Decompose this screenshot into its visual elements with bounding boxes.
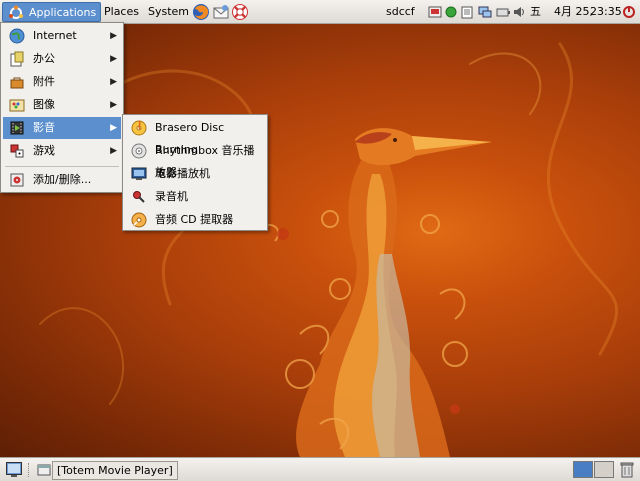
menu-item-label: 附件 — [33, 75, 55, 88]
workspace-2[interactable] — [594, 461, 614, 478]
ubuntu-logo-icon — [9, 5, 23, 19]
date-label[interactable]: 4月 25, — [554, 2, 593, 22]
menu-item-movie-player[interactable]: 电影播放机 — [125, 163, 265, 185]
brasero-icon — [131, 120, 147, 136]
sound-recorder-icon — [133, 191, 145, 203]
menu-item-label: 游戏 — [33, 144, 55, 157]
workspace-1[interactable] — [573, 461, 593, 478]
menu-item-rhythmbox[interactable]: Rhythmbox 音乐播放器 — [125, 140, 265, 179]
menu-item-label: Internet — [33, 29, 77, 42]
menu-item-brasero[interactable]: Brasero Disc Burning — [125, 117, 265, 156]
multimedia-submenu: Brasero Disc Burning Rhythmbox 音乐播放器 电影播… — [122, 114, 268, 231]
office-icon — [10, 51, 24, 67]
bottom-panel: [Totem Movie Player] — [0, 457, 640, 481]
power-icon[interactable] — [622, 5, 636, 19]
panel-handle[interactable] — [28, 463, 31, 477]
clipboard-icon[interactable] — [460, 5, 474, 19]
cd-extractor-icon — [131, 212, 147, 228]
globe-icon — [9, 28, 25, 44]
accessories-icon — [10, 77, 24, 89]
submenu-arrow-icon: ▶ — [110, 77, 117, 87]
menu-item-internet[interactable]: Internet ▶ — [3, 25, 121, 47]
trash-icon[interactable] — [618, 461, 636, 479]
top-panel: Applications Places System sdccf 五 4月 25… — [0, 0, 640, 24]
help-icon[interactable] — [231, 3, 249, 21]
menu-item-label: 电影播放机 — [155, 167, 210, 180]
applications-menu-button[interactable]: Applications — [2, 2, 102, 22]
network-icon[interactable] — [478, 5, 492, 19]
system-menu-button[interactable]: System — [144, 2, 193, 22]
submenu-arrow-icon: ▶ — [110, 146, 117, 156]
clock-time[interactable]: 23:35 — [590, 2, 622, 22]
graphics-icon — [9, 99, 25, 112]
movie-player-icon — [131, 167, 147, 180]
input-method-indicator[interactable]: 五 — [530, 2, 541, 22]
applications-menu: Internet ▶ 办公 ▶ 附件 ▶ 图像 ▶ 影音 ▶ 游戏 ▶ 添加/删… — [0, 22, 124, 193]
mail-icon[interactable] — [212, 3, 230, 21]
submenu-arrow-icon: ▶ — [110, 100, 117, 110]
volume-icon[interactable] — [512, 5, 526, 19]
menu-item-office[interactable]: 办公 ▶ — [3, 48, 121, 70]
games-icon — [10, 144, 24, 158]
status-icon[interactable] — [444, 5, 458, 19]
window-icon — [37, 464, 51, 476]
username-label[interactable]: sdccf — [386, 2, 415, 22]
menu-item-graphics[interactable]: 图像 ▶ — [3, 94, 121, 116]
menu-item-sound-recorder[interactable]: 录音机 — [125, 186, 265, 208]
battery-icon[interactable] — [496, 5, 510, 19]
menu-item-label: 添加/删除... — [33, 173, 92, 186]
menu-separator — [5, 166, 119, 167]
menu-item-label: 办公 — [33, 52, 55, 65]
rhythmbox-icon — [131, 143, 147, 159]
menu-item-label: 音频 CD 提取器 — [155, 213, 234, 226]
menu-item-games[interactable]: 游戏 ▶ — [3, 140, 121, 162]
menu-item-cd-extractor[interactable]: 音频 CD 提取器 — [125, 209, 265, 231]
show-desktop-icon[interactable] — [6, 462, 22, 477]
firefox-icon[interactable] — [192, 3, 210, 21]
menu-item-multimedia[interactable]: 影音 ▶ — [3, 117, 121, 139]
submenu-arrow-icon: ▶ — [110, 31, 117, 41]
places-menu-button[interactable]: Places — [100, 2, 143, 22]
menu-item-accessories[interactable]: 附件 ▶ — [3, 71, 121, 93]
applications-menu-label: Applications — [29, 6, 97, 19]
add-remove-icon — [10, 173, 24, 187]
submenu-arrow-icon: ▶ — [110, 54, 117, 64]
menu-item-label: 影音 — [33, 121, 55, 134]
taskbar-window-button[interactable]: [Totem Movie Player] — [52, 461, 178, 480]
multimedia-icon — [10, 121, 24, 135]
update-notifier-icon[interactable] — [428, 5, 442, 19]
menu-item-label: 图像 — [33, 98, 55, 111]
menu-item-add-remove[interactable]: 添加/删除... — [3, 169, 121, 191]
submenu-arrow-icon: ▶ — [110, 123, 117, 133]
menu-item-label: 录音机 — [155, 190, 188, 203]
